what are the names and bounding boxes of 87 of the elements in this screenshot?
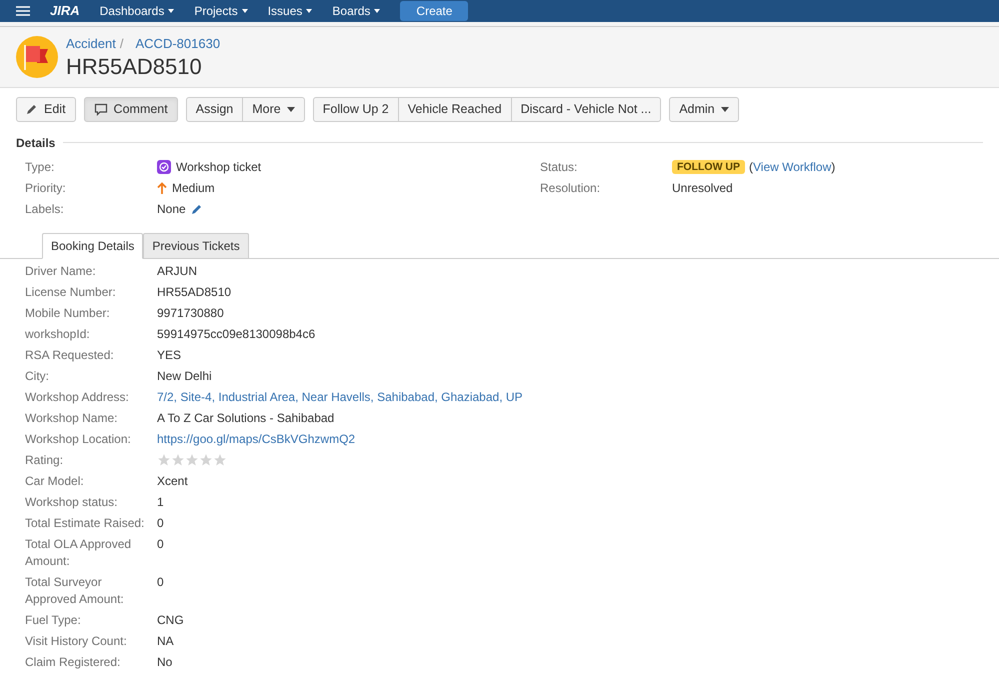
issue-title: HR55AD8510 — [66, 54, 203, 80]
field-value: YES — [157, 346, 182, 364]
toolbar-button[interactable]: Assign — [186, 96, 244, 122]
field-label: License Number: — [25, 284, 117, 300]
caret-icon — [242, 9, 248, 13]
breadcrumb-link[interactable]: ACCD-801630 — [136, 34, 220, 54]
star-icon — [157, 453, 171, 467]
nav-menu-item[interactable]: Issues — [268, 2, 312, 20]
field-value: None — [157, 201, 186, 218]
field-value: Unresolved — [672, 180, 733, 197]
field-label: Workshop Address: — [25, 388, 130, 406]
field-value: NA — [157, 632, 174, 650]
caret-icon — [306, 9, 312, 13]
nav-menu-item[interactable]: Boards — [332, 2, 380, 20]
field-label: Labels: — [25, 201, 65, 218]
pencil-icon[interactable] — [190, 203, 203, 215]
pencil-icon — [26, 103, 38, 115]
nav-menu-item[interactable]: Projects — [194, 2, 248, 20]
caret-icon — [374, 9, 380, 13]
create-button[interactable]: Create — [400, 1, 468, 21]
speech-bubble-icon — [94, 102, 108, 116]
field-value: A To Z Car Solutions - Sahibabad — [157, 410, 334, 426]
field-value: No — [157, 654, 172, 670]
field-value: New Delhi — [157, 368, 212, 384]
field-label: Mobile Number: — [25, 304, 111, 322]
star-icon — [213, 453, 227, 467]
field-label: Total Estimate Raised: — [25, 514, 146, 532]
field-label: workshopId: — [25, 326, 91, 342]
toolbar-button[interactable]: Edit — [16, 96, 76, 122]
field-label: Workshop Name: — [25, 410, 118, 426]
field-label: Status: — [540, 159, 578, 176]
field-label: Total OLA Approved Amount: — [25, 536, 132, 570]
field-label: Visit History Count: — [25, 632, 128, 650]
field-value: Medium — [172, 180, 215, 197]
field-value: 9971730880 — [157, 304, 224, 322]
caret-icon — [720, 106, 729, 112]
logo[interactable]: JIRA — [50, 1, 80, 21]
up-arrow-icon — [157, 182, 167, 194]
toolbar-button[interactable]: Comment — [84, 96, 178, 122]
toolbar-button[interactable]: Vehicle Reached — [398, 96, 512, 122]
status-badge: FOLLOW UP — [672, 160, 745, 174]
toolbar-button[interactable]: Follow Up 2 — [312, 96, 399, 122]
caret-icon — [168, 9, 174, 13]
field-value: Workshop ticket — [176, 159, 262, 176]
check-circle-icon — [157, 160, 171, 174]
field-value: 0 — [157, 574, 164, 590]
paren-text: ( — [749, 159, 753, 176]
field-label: Workshop status: — [25, 494, 118, 510]
field-label: City: — [25, 368, 50, 384]
toolbar-button[interactable]: Admin — [669, 96, 739, 122]
tab[interactable]: Previous Tickets — [143, 232, 249, 258]
field-label: Fuel Type: — [25, 612, 82, 628]
field-value: ARJUN — [157, 262, 198, 280]
section-heading: Details — [16, 134, 56, 152]
field-label: Priority: — [25, 180, 67, 197]
field-value: 1 — [157, 494, 164, 510]
field-value: HR55AD8510 — [157, 284, 232, 300]
field-label: Car Model: — [25, 472, 85, 490]
field-value: CNG — [157, 612, 184, 628]
field-value: 0 — [157, 536, 164, 552]
field-link[interactable]: https://goo.gl/maps/CsBkVGhzwmQ2 — [157, 430, 356, 448]
view-workflow-link[interactable]: View Workflow — [753, 158, 832, 176]
toolbar-button[interactable]: Discard - Vehicle Not ... — [512, 96, 662, 122]
star-icon — [171, 453, 185, 467]
field-value: 0 — [157, 514, 164, 532]
field-value: 59914975cc09e8130098b4c6 — [157, 326, 316, 342]
tab[interactable]: Booking Details — [42, 232, 144, 258]
nav-menu-item[interactable]: Dashboards — [100, 2, 174, 20]
paren-text: ) — [831, 159, 836, 176]
toolbar-button[interactable]: More — [243, 96, 305, 122]
field-label: RSA Requested: — [25, 346, 115, 364]
field-label: Total Surveyor Approved Amount: — [25, 574, 125, 608]
breadcrumb-link[interactable]: Accident — [66, 34, 116, 54]
field-label: Claim Registered: — [25, 654, 122, 670]
caret-icon — [286, 106, 295, 112]
breadcrumb-separator: / — [120, 35, 124, 53]
star-icon — [199, 453, 213, 467]
menu-icon[interactable] — [16, 6, 30, 16]
field-label: Type: — [25, 159, 56, 176]
field-label: Resolution: — [540, 180, 602, 197]
field-link[interactable]: 7/2, Site-4, Industrial Area, Near Havells, Sahibabad, Ghaziabad, UP — [157, 388, 523, 406]
field-label: Rating: — [25, 452, 64, 468]
field-value: Xcent — [157, 472, 188, 490]
field-label: Driver Name: — [25, 262, 97, 280]
flag-avatar-icon — [16, 36, 58, 78]
star-icon — [185, 453, 199, 467]
field-label: Workshop Location: — [25, 430, 132, 448]
